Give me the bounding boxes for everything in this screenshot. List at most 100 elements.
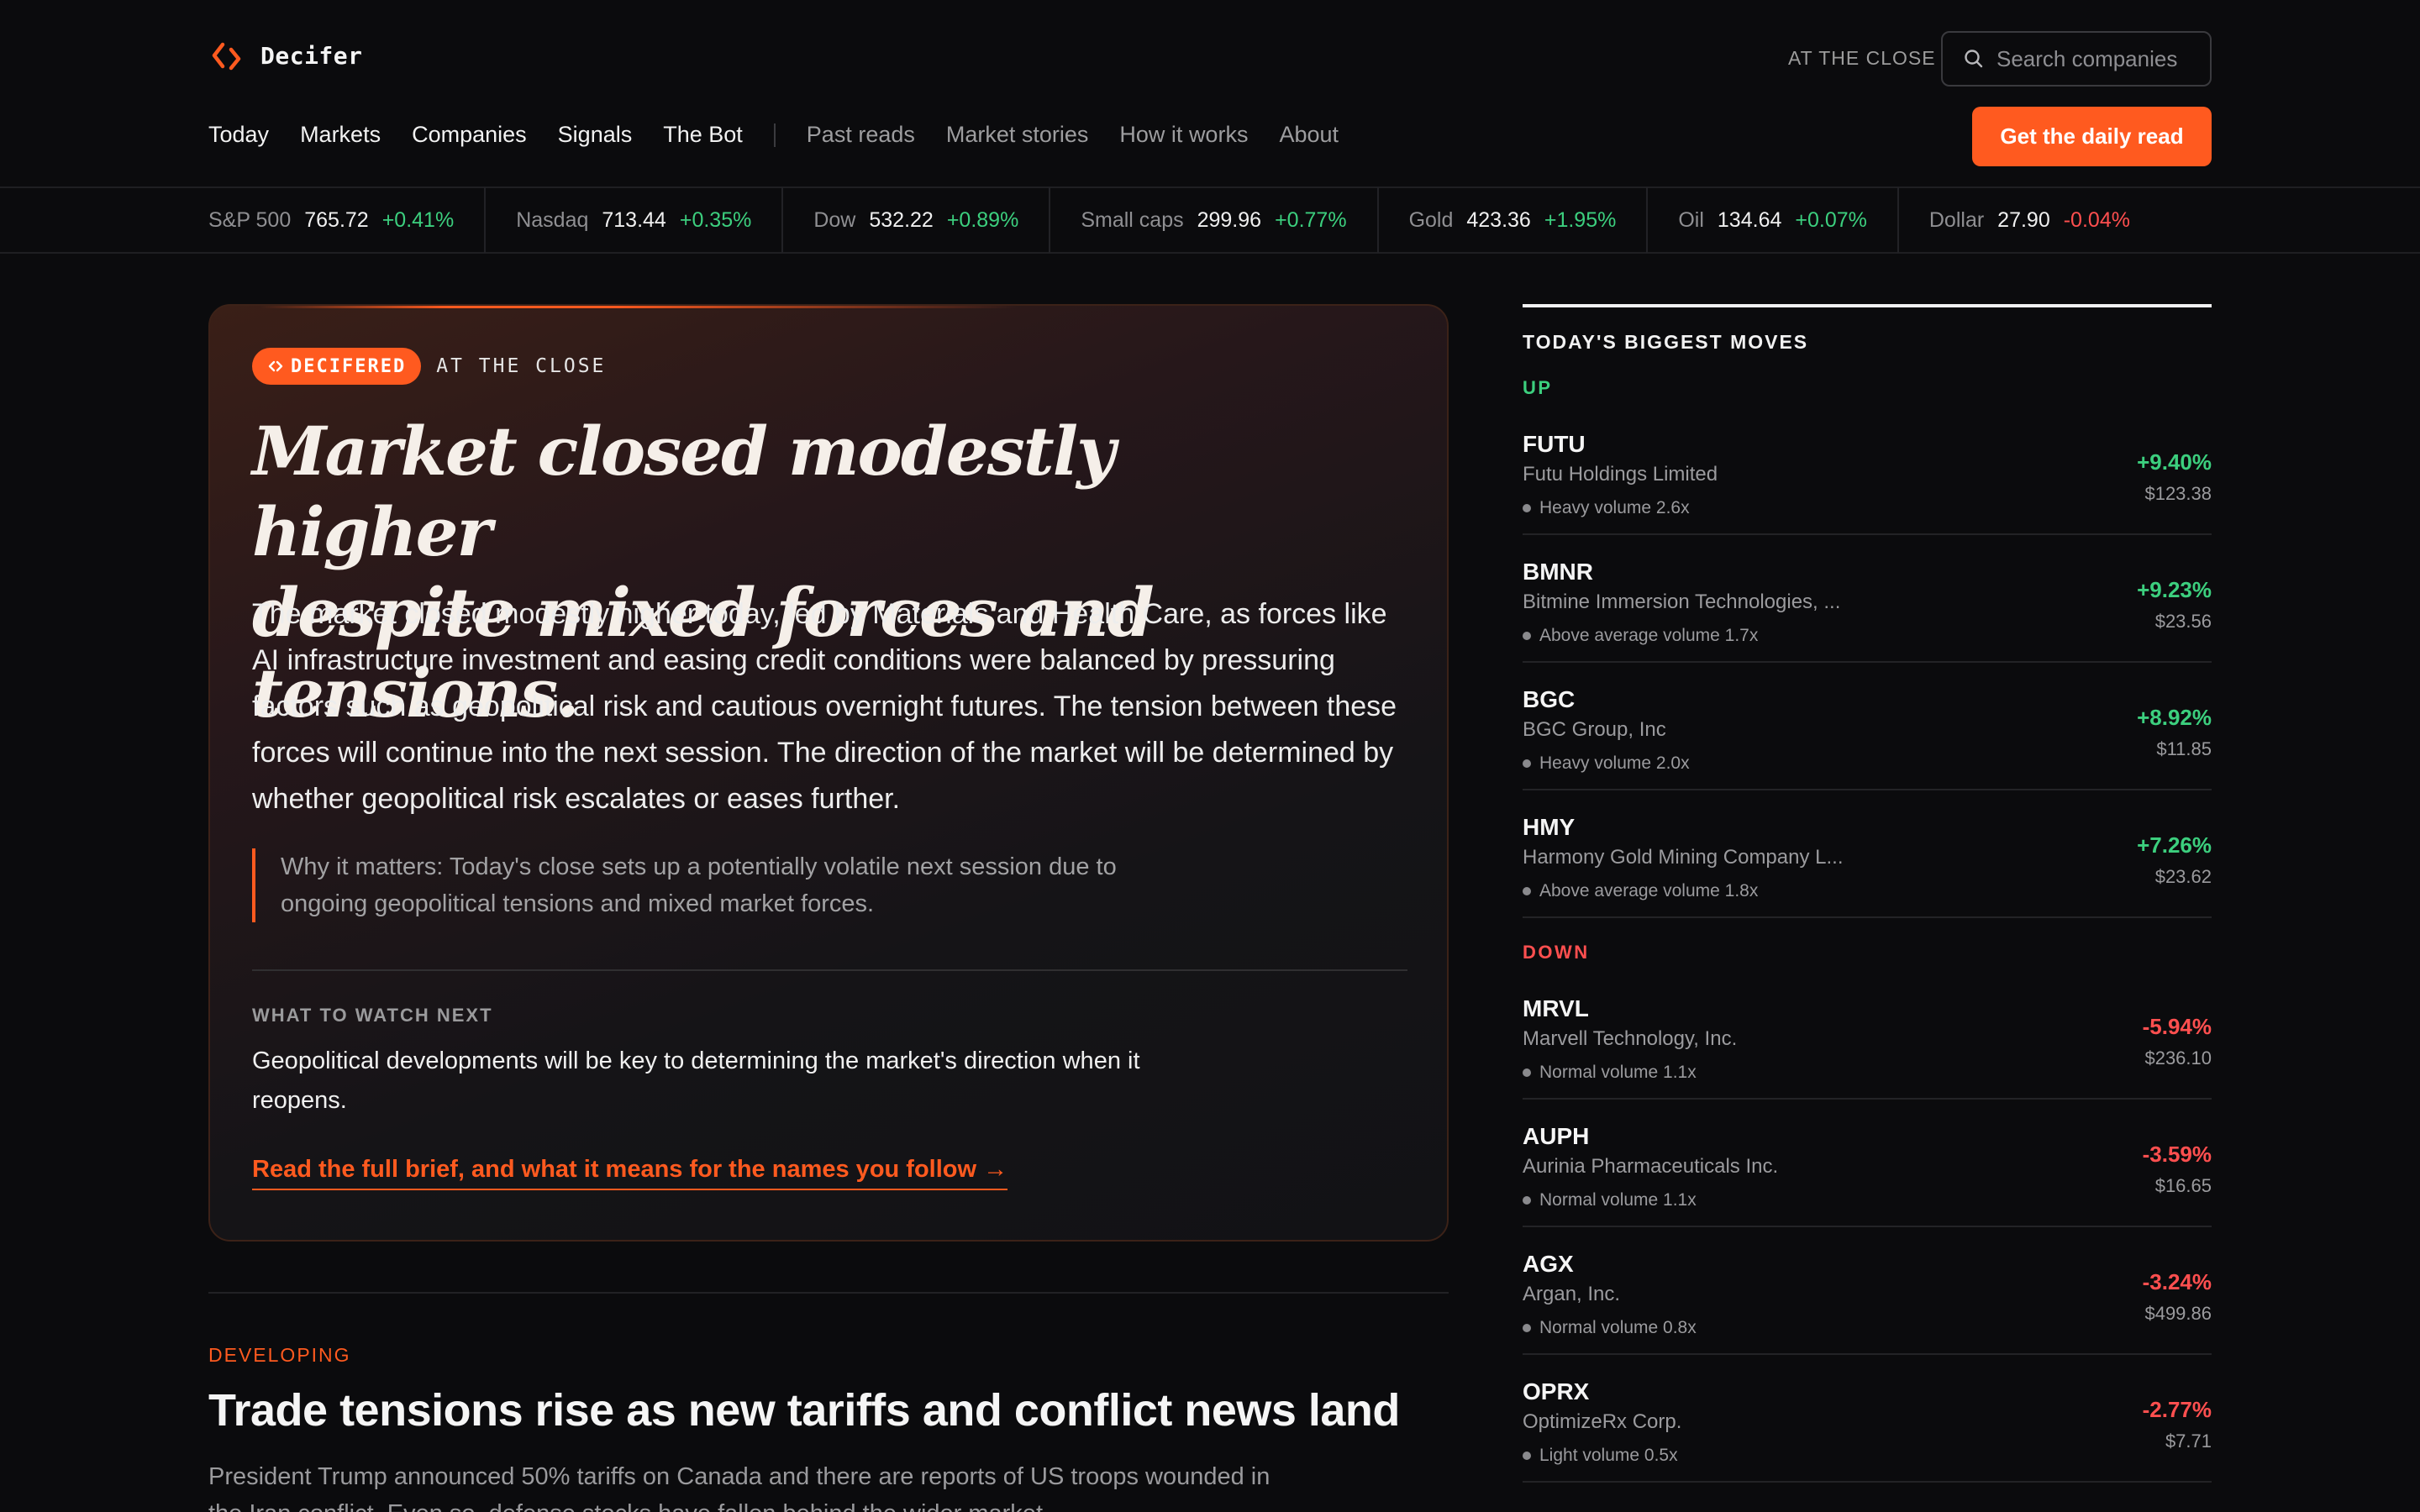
mover-symbol: HMY <box>1523 814 1576 840</box>
mover-price: $499.86 <box>2144 1303 2212 1324</box>
bullet-icon <box>1523 759 1531 768</box>
ticker-value: 299.96 <box>1197 207 1262 232</box>
site-header: Decifer AT THE CLOSE Today Markets Compa… <box>0 0 2420 186</box>
ticker-change: +0.35% <box>679 207 752 232</box>
mover-price: $11.85 <box>2156 738 2212 759</box>
nav-how-it-works[interactable]: How it works <box>1119 122 1248 148</box>
mover-price: $123.38 <box>2144 483 2212 504</box>
divider <box>208 1292 1449 1294</box>
code-brackets-icon <box>212 42 241 71</box>
ticker-item[interactable]: Small caps 299.96 +0.77% <box>1081 187 1379 253</box>
mover-symbol: MRVL <box>1523 995 1589 1021</box>
nav-today[interactable]: Today <box>208 122 269 148</box>
get-daily-read-button[interactable]: Get the daily read <box>1972 107 2212 166</box>
mover-volume-text: Normal volume 1.1x <box>1539 1063 1697 1082</box>
ticker-change: +0.77% <box>1275 207 1347 232</box>
daily-brief-card: DECIFERED AT THE CLOSE Market closed mod… <box>208 304 1449 1242</box>
ticker-item[interactable]: Dollar 27.90 -0.04% <box>1929 187 2160 253</box>
ticker-item[interactable]: S&P 500 765.72 +0.41% <box>208 187 487 253</box>
developing-summary: President Trump announced 50% tariffs on… <box>208 1463 1270 1512</box>
mover-row[interactable]: FUTU Futu Holdings Limited Heavy volume … <box>1523 407 2212 535</box>
mover-price: $236.10 <box>2144 1047 2212 1068</box>
watch-next-label: WHAT TO WATCH NEXT <box>252 1005 493 1026</box>
search-box[interactable] <box>1941 31 2212 87</box>
mover-volume: Heavy volume 2.0x <box>1523 753 1690 774</box>
mover-company: Argan, Inc. <box>1523 1283 1621 1305</box>
mover-change: -2.77% <box>2142 1397 2212 1422</box>
mover-price: $7.71 <box>2165 1431 2212 1452</box>
divider <box>252 969 1407 971</box>
mover-company: Aurinia Pharmaceuticals Inc. <box>1523 1155 1779 1178</box>
mover-company: BGC Group, Inc <box>1523 718 1666 741</box>
ticker-name: Dollar <box>1928 207 1985 232</box>
mover-volume: Normal volume 1.1x <box>1523 1190 1697 1210</box>
mover-company: OptimizeRx Corp. <box>1523 1410 1682 1433</box>
ticker-value: 134.64 <box>1717 207 1782 232</box>
nav-the-bot[interactable]: The Bot <box>663 122 743 148</box>
nav-markets[interactable]: Markets <box>300 122 381 148</box>
mover-symbol: FUTU <box>1523 431 1586 457</box>
badge-edition: AT THE CLOSE <box>436 355 607 377</box>
nav-divider <box>773 123 776 147</box>
ticker-name: Nasdaq <box>516 207 589 232</box>
mover-symbol: BMNR <box>1523 559 1593 585</box>
mover-volume-text: Heavy volume 2.6x <box>1539 498 1690 517</box>
mover-volume-text: Light volume 0.5x <box>1539 1446 1678 1465</box>
mover-row[interactable]: HMY Harmony Gold Mining Company L... Abo… <box>1523 790 2212 918</box>
mover-change: -5.94% <box>2142 1014 2212 1039</box>
mover-volume-text: Above average volume 1.8x <box>1539 881 1759 900</box>
bullet-icon <box>1523 1068 1531 1077</box>
bullet-icon <box>1523 887 1531 895</box>
developing-label: DEVELOPING <box>208 1344 351 1366</box>
nav-signals[interactable]: Signals <box>558 122 633 148</box>
mover-company: Futu Holdings Limited <box>1523 463 1718 486</box>
mover-change: -3.59% <box>2142 1142 2212 1167</box>
ticker-name: S&P 500 <box>208 207 292 232</box>
mover-volume-text: Normal volume 1.1x <box>1539 1190 1697 1210</box>
ticker-item[interactable]: Nasdaq 713.44 +0.35% <box>516 187 784 253</box>
market-ticker: S&P 500 765.72 +0.41% Nasdaq 713.44 +0.3… <box>0 186 2420 254</box>
mover-change: -3.24% <box>2142 1269 2212 1294</box>
ticker-item[interactable]: Oil 134.64 +0.07% <box>1678 187 1899 253</box>
bullet-icon <box>1523 504 1531 512</box>
mover-row[interactable]: AUPH Aurinia Pharmaceuticals Inc. Normal… <box>1523 1100 2212 1227</box>
nav-companies[interactable]: Companies <box>412 122 527 148</box>
ticker-item[interactable]: Dow 532.22 +0.89% <box>813 187 1051 253</box>
ticker-change: +0.07% <box>1795 207 1867 232</box>
mover-row[interactable]: BGC BGC Group, Inc Heavy volume 2.0x +8.… <box>1523 663 2212 790</box>
ticker-value: 713.44 <box>602 207 666 232</box>
search-input[interactable] <box>1996 45 2207 72</box>
developing-headline[interactable]: Trade tensions rise as new tariffs and c… <box>208 1384 1400 1436</box>
biggest-moves-title: TODAY'S BIGGEST MOVES <box>1523 331 1809 353</box>
code-brackets-icon <box>268 360 283 372</box>
edition-label[interactable]: AT THE CLOSE <box>1788 47 1936 70</box>
mover-volume: Above average volume 1.7x <box>1523 626 1758 646</box>
mover-price: $23.56 <box>2154 611 2212 632</box>
mover-company: Marvell Technology, Inc. <box>1523 1027 1738 1050</box>
ticker-value: 532.22 <box>869 207 934 232</box>
nav-about[interactable]: About <box>1279 122 1339 148</box>
brand-logo[interactable]: Decifer <box>208 37 363 74</box>
mover-volume-text: Heavy volume 2.0x <box>1539 753 1690 773</box>
ticker-name: Oil <box>1678 207 1704 232</box>
ticker-item[interactable]: Gold 423.36 +1.95% <box>1409 187 1649 253</box>
mover-change: +9.40% <box>2137 449 2212 475</box>
mover-row[interactable]: BMNR Bitmine Immersion Technologies, ...… <box>1523 535 2212 663</box>
mover-row[interactable]: OPRX OptimizeRx Corp. Light volume 0.5x … <box>1523 1355 2212 1483</box>
mover-price: $23.62 <box>2154 866 2212 887</box>
mover-change: +8.92% <box>2137 705 2212 730</box>
bullet-icon <box>1523 1196 1531 1205</box>
read-full-brief-link[interactable]: Read the full brief, and what it means f… <box>252 1156 1008 1190</box>
mover-symbol: AGX <box>1523 1251 1574 1277</box>
mover-symbol: AUPH <box>1523 1123 1590 1149</box>
mover-row[interactable]: AGX Argan, Inc. Normal volume 0.8x -3.24… <box>1523 1227 2212 1355</box>
mover-row[interactable]: MRVL Marvell Technology, Inc. Normal vol… <box>1523 972 2212 1100</box>
ticker-change: +0.41% <box>381 207 455 232</box>
biggest-moves-panel: TODAY'S BIGGEST MOVES UP FUTU Futu Holdi… <box>1523 304 2212 1483</box>
nav-past-reads[interactable]: Past reads <box>807 122 915 148</box>
mover-company: Bitmine Immersion Technologies, ... <box>1523 591 1841 613</box>
gainers-list: FUTU Futu Holdings Limited Heavy volume … <box>1523 407 2212 918</box>
nav-market-stories[interactable]: Market stories <box>946 122 1089 148</box>
decifered-badge: DECIFERED <box>252 348 422 385</box>
bullet-icon <box>1523 1324 1531 1332</box>
